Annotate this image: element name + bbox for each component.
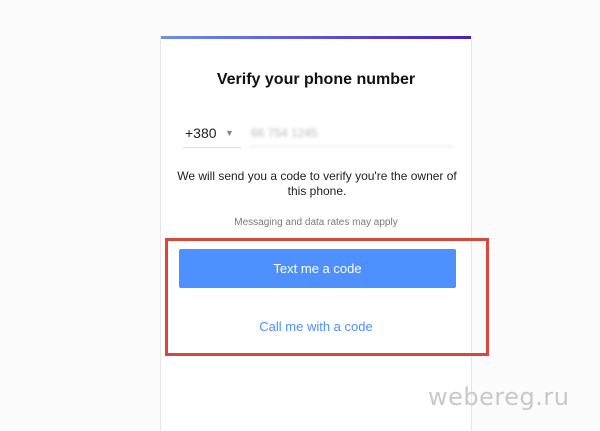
country-code-value: +380: [185, 125, 217, 141]
rates-notice: Messaging and data rates may apply: [234, 217, 398, 228]
watermark-text: webereg.ru: [428, 383, 570, 411]
phone-number-row: +380 ▼: [183, 119, 453, 148]
country-code-select[interactable]: +380 ▼: [183, 119, 241, 148]
verification-card: Verify your phone number +380 ▼ We will …: [160, 36, 472, 431]
phone-number-input[interactable]: [249, 119, 453, 147]
page-title: Verify your phone number: [216, 71, 416, 88]
text-me-code-button[interactable]: Text me a code: [179, 249, 456, 288]
verification-info-text: We will send you a code to verify you're…: [177, 169, 457, 198]
chevron-down-icon: ▼: [225, 128, 234, 138]
card-accent-bar: [161, 36, 471, 39]
call-me-code-link[interactable]: Call me with a code: [161, 319, 471, 334]
